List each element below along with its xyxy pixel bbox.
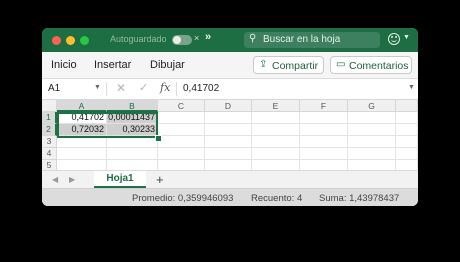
cell-a1[interactable]: 0,41702 [57,112,107,124]
empty-cell[interactable] [348,124,396,136]
empty-cell[interactable] [348,136,396,148]
tab-dibujar[interactable]: Dibujar [150,59,185,71]
sheet-tab-bar: ◀ ▶ Hoja1 + [42,170,418,189]
empty-cell[interactable] [396,148,418,160]
share-icon: ⇪ [259,59,268,70]
empty-cell[interactable] [252,112,300,124]
fill-handle[interactable] [155,135,162,142]
spreadsheet-grid: A B C D E F G 1 2 3 4 5 0,41702 0,000114… [42,100,418,178]
empty-cell[interactable] [107,148,158,160]
empty-cell[interactable] [205,124,252,136]
autosave-toggle[interactable] [172,35,192,45]
empty-cell[interactable] [57,136,107,148]
empty-cell[interactable] [158,136,205,148]
row-header-1[interactable]: 1 [42,112,57,124]
zoom-window-button[interactable] [80,36,89,45]
column-header-g[interactable]: G [348,100,396,112]
empty-cell[interactable] [158,148,205,160]
next-sheet-icon[interactable]: ▶ [69,175,75,184]
column-header-f[interactable]: F [300,100,348,112]
search-input[interactable]: Buscar en la hoja [263,34,340,45]
column-header-c[interactable]: C [158,100,205,112]
cell-b2[interactable]: 0,30233 [107,124,158,136]
status-count: Recuento: 4 [251,193,303,204]
cancel-icon[interactable]: ✕ [116,81,126,95]
more-commands-icon[interactable]: » [205,31,211,43]
confirm-icon[interactable]: ✓ [139,81,148,94]
cell-b1[interactable]: 0,00011437 [107,112,158,124]
empty-cell[interactable] [300,112,348,124]
comments-button[interactable]: ▭ Comentarios [330,56,412,74]
divider [176,82,177,96]
empty-cell[interactable] [158,112,205,124]
empty-cell[interactable] [107,136,158,148]
column-header-d[interactable]: D [205,100,252,112]
add-sheet-button[interactable]: + [156,172,164,187]
ribbon-tabs: Inicio Insertar Dibujar ⇪ Compartir ▭ Co… [42,52,418,79]
column-header-more[interactable] [396,100,418,112]
column-header-e[interactable]: E [252,100,300,112]
empty-cell[interactable] [300,136,348,148]
previous-sheet-icon[interactable]: ◀ [52,175,58,184]
select-all-corner[interactable] [42,100,57,112]
status-average: Promedio: 0,359946093 [132,193,234,204]
empty-cell[interactable] [348,112,396,124]
minimize-window-button[interactable] [66,36,75,45]
empty-cell[interactable] [396,136,418,148]
status-sum: Suma: 1,43978437 [319,193,400,204]
name-box-chevron-icon[interactable]: ▼ [94,84,101,91]
autosave-label: Autoguardado [110,34,167,44]
empty-cell[interactable] [300,124,348,136]
empty-cell[interactable] [252,136,300,148]
divider [106,82,107,96]
row-header-4[interactable]: 4 [42,148,57,160]
empty-cell[interactable] [300,148,348,160]
cell-a2[interactable]: 0,72032 [57,124,107,136]
empty-cell[interactable] [205,136,252,148]
share-button[interactable]: ⇪ Compartir [253,56,324,74]
sheet-tab-hoja1[interactable]: Hoja1 [94,171,146,188]
empty-cell[interactable] [205,112,252,124]
row-header-3[interactable]: 3 [42,136,57,148]
search-icon: ⚲ [249,33,257,44]
empty-cell[interactable] [158,124,205,136]
column-header-b[interactable]: B [107,100,158,112]
chevron-down-icon[interactable]: ▼ [403,34,410,41]
status-bar: Promedio: 0,359946093 Recuento: 4 Suma: … [42,188,418,206]
empty-cell[interactable] [396,124,418,136]
empty-cell[interactable] [348,148,396,160]
toggle-off-icon: × [194,33,200,43]
empty-cell[interactable] [252,124,300,136]
tab-inicio[interactable]: Inicio [51,59,77,71]
empty-cell[interactable] [252,148,300,160]
empty-cell[interactable] [57,148,107,160]
search-box[interactable]: ⚲ Buscar en la hoja [244,32,380,48]
tab-insertar[interactable]: Insertar [94,59,131,71]
formula-input[interactable]: 0,41702 [183,83,219,94]
row-header-2[interactable]: 2 [42,124,57,136]
empty-cell[interactable] [205,148,252,160]
column-header-a[interactable]: A [57,100,107,112]
close-window-button[interactable] [52,36,61,45]
feedback-smiley-icon[interactable] [388,33,400,45]
name-box[interactable]: A1 [48,83,60,94]
title-bar: Autoguardado × » ⚲ Buscar en la hoja ▼ [42,28,418,52]
empty-cell[interactable] [396,112,418,124]
insert-function-button[interactable]: fx [160,81,170,94]
formula-bar: A1 ▼ ✕ ✓ fx 0,41702 ▼ [42,79,418,100]
expand-formula-chevron-icon[interactable]: ▼ [408,84,415,91]
comment-icon: ▭ [336,59,346,70]
excel-window: Autoguardado × » ⚲ Buscar en la hoja ▼ I… [42,28,418,206]
